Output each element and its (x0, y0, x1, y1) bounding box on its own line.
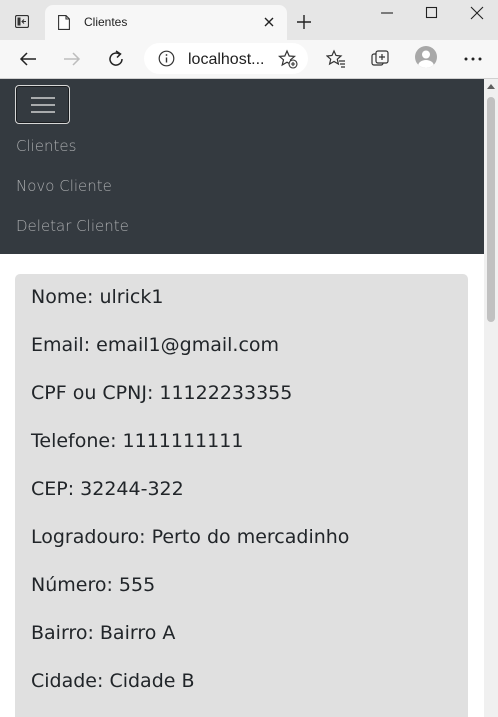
browser-tab-strip: Clientes (0, 0, 498, 40)
page-viewport: Clientes Novo Cliente Deletar Cliente No… (0, 79, 484, 717)
arrow-left-icon[interactable] (18, 49, 38, 69)
star-plus-icon[interactable] (278, 49, 298, 69)
scroll-up-icon[interactable] (487, 83, 495, 89)
client-card: Nome: ulrick1 Email: email1@gmail.com CP… (15, 274, 468, 717)
navbar: Clientes Novo Cliente Deletar Cliente (0, 79, 484, 254)
refresh-icon[interactable] (106, 49, 126, 69)
client-bairro: Bairro: Bairro A (31, 622, 176, 644)
tab-actions-icon[interactable] (15, 15, 29, 28)
client-email: Email: email1@gmail.com (31, 334, 280, 356)
arrow-right-icon (64, 52, 81, 66)
close-icon[interactable] (264, 17, 274, 27)
page-icon (58, 15, 70, 30)
plus-icon[interactable] (296, 14, 312, 30)
url-text[interactable]: localhost... (188, 51, 264, 69)
nav-link-deletar-cliente[interactable]: Deletar Cliente (16, 217, 129, 235)
browser-tab-clientes[interactable]: Clientes (45, 5, 287, 40)
nav-link-clientes[interactable]: Clientes (16, 137, 76, 155)
client-telefone: Telefone: 1111111111 (31, 430, 244, 452)
client-cep: CEP: 32244-322 (31, 478, 184, 500)
window-close-icon[interactable] (470, 6, 484, 20)
more-icon[interactable] (463, 49, 483, 69)
vertical-scrollbar[interactable] (484, 79, 498, 717)
client-numero: Número: 555 (31, 574, 156, 596)
profile-silhouette-icon (418, 50, 434, 68)
client-cpf: CPF ou CPNJ: 11122233355 (31, 382, 293, 404)
hamburger-bar (31, 104, 55, 106)
favorites-icon[interactable] (326, 49, 346, 69)
browser-toolbar: localhost... (0, 40, 498, 79)
hamburger-bar (31, 97, 55, 99)
client-logradouro: Logradouro: Perto do mercadinho (31, 526, 350, 548)
tab-title: Clientes (84, 15, 128, 29)
minimize-icon[interactable] (380, 6, 394, 20)
avatar-icon[interactable] (415, 46, 437, 68)
collections-icon[interactable] (370, 49, 390, 69)
hamburger-bar (31, 111, 55, 113)
client-cidade: Cidade: Cidade B (31, 670, 195, 692)
scrollbar-thumb[interactable] (487, 97, 495, 322)
info-icon[interactable] (158, 50, 175, 67)
client-nome: Nome: ulrick1 (31, 286, 164, 308)
hamburger-icon[interactable] (15, 85, 70, 124)
maximize-icon[interactable] (425, 6, 439, 20)
nav-link-novo-cliente[interactable]: Novo Cliente (16, 177, 112, 195)
